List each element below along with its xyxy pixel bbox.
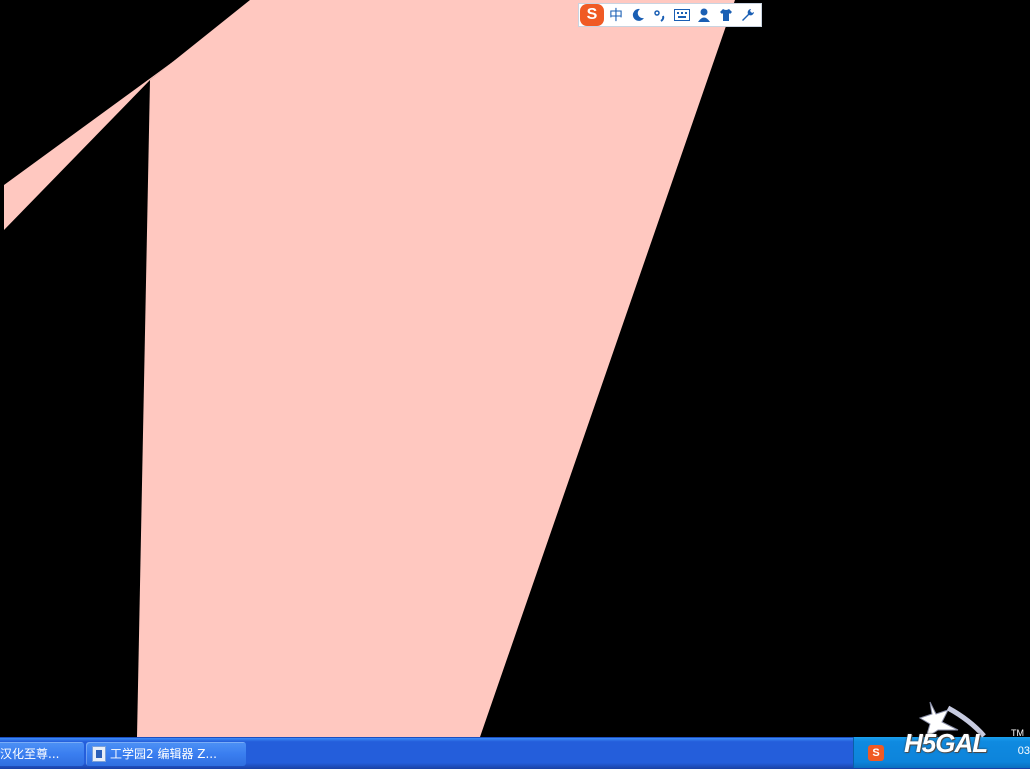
sogou-logo-icon[interactable]: S [580,4,604,26]
taskbar-item-editor[interactable]: 工学园2 编辑器 Z... [86,742,246,766]
task-label: 汉化至尊... [0,747,60,761]
ime-toolbar: S 中 [578,3,762,27]
taskbar-item-hanhua[interactable]: 汉化至尊... [0,742,84,766]
shirt-icon[interactable] [716,4,736,26]
game-canvas[interactable] [0,0,1030,737]
punctuation-icon[interactable] [650,4,670,26]
watermark-text: H5GAL [904,728,988,758]
watermark-tm: TM [1011,728,1024,738]
moon-icon[interactable] [628,4,648,26]
app-icon [92,746,106,762]
pink-quad-shape [137,0,735,737]
canvas-graphics [4,0,735,737]
tray-ime-icon[interactable]: S [868,745,884,761]
user-icon[interactable] [694,4,714,26]
h5gal-watermark: H5GAL TM [898,700,1030,764]
keyboard-icon[interactable] [672,4,692,26]
wrench-icon[interactable] [738,4,758,26]
task-label: 工学园2 编辑器 Z... [110,747,217,761]
ime-mode-button[interactable]: 中 [606,4,626,26]
